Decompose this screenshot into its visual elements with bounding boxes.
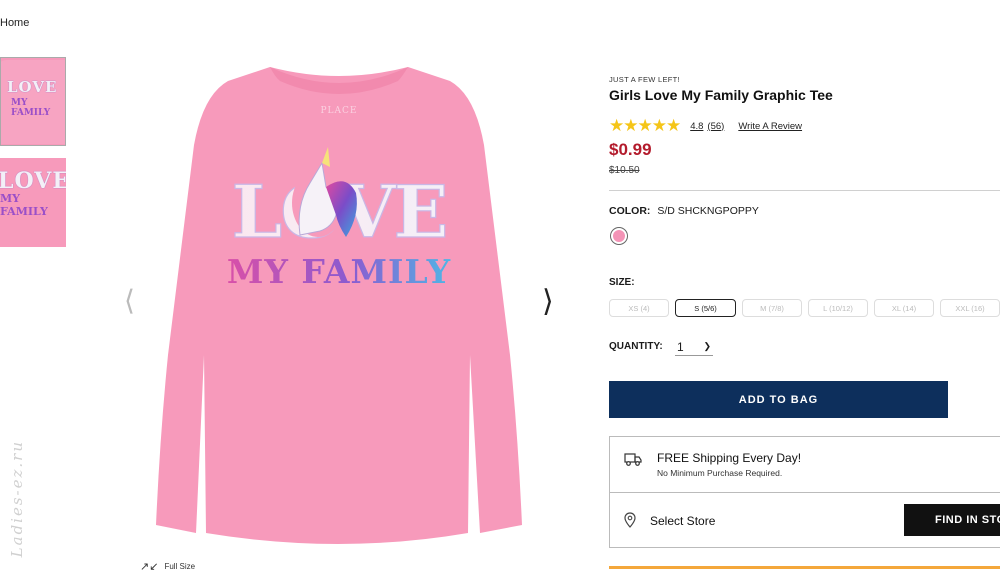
- breadcrumb-home[interactable]: Home: [0, 17, 29, 29]
- shipping-row: FREE Shipping Every Day! No Minimum Purc…: [610, 437, 1000, 493]
- rating-row: ★★★★★ 4.8 (56) Write A Review: [609, 116, 802, 135]
- thumbnail-shirt-image: LOVE MY FAMILY: [1, 58, 65, 145]
- brand-tag-text: PLACE: [321, 106, 358, 116]
- chevron-down-icon: ❯: [703, 341, 711, 351]
- stock-note: JUST A FEW LEFT!: [609, 75, 680, 84]
- location-pin-icon: [624, 512, 636, 528]
- thumbnail-graphic-line2: MY FAMILY: [11, 98, 51, 118]
- chevron-right-icon[interactable]: ⟩: [542, 284, 554, 319]
- thumbnail-graphic-line2: MY FAMILY: [0, 192, 48, 218]
- size-option-xl[interactable]: XL (14): [874, 299, 934, 317]
- color-value: S/D SHCKNGPOPPY: [657, 205, 759, 217]
- store-row: Select Store FIND IN STORE: [610, 493, 1000, 549]
- full-size-label: Full Size: [164, 562, 196, 571]
- graphic-family-text: MY FAMILY: [227, 252, 451, 291]
- quantity-label: QUANTITY:: [609, 341, 663, 352]
- color-swatch[interactable]: [610, 227, 628, 245]
- truck-icon: [624, 453, 642, 466]
- expand-icon: ↗↙: [140, 561, 159, 573]
- sale-price: $0.99: [609, 140, 652, 159]
- main-product-image: PLACE LOVE MY FAMILY: [156, 67, 522, 544]
- product-title: Girls Love My Family Graphic Tee: [609, 87, 833, 103]
- thumbnail-graphic-line1: LOVE: [7, 78, 58, 96]
- original-price: $10.50: [609, 165, 640, 176]
- thumbnail-closeup-image: LOVE MY FAMILY: [0, 158, 66, 247]
- quantity-value: 1: [677, 339, 684, 354]
- thumbnail-graphic-line1: LOVE: [0, 168, 66, 194]
- swatch-fill: [613, 230, 625, 242]
- shipping-title: FREE Shipping Every Day!: [657, 451, 802, 465]
- size-option-xxl[interactable]: XXL (16): [940, 299, 1000, 317]
- size-option-l[interactable]: L (10/12): [808, 299, 868, 317]
- chevron-left-icon[interactable]: ⟨: [124, 284, 135, 317]
- add-to-bag-button[interactable]: ADD TO BAG: [609, 381, 948, 418]
- color-label: COLOR:: [609, 205, 651, 217]
- product-thumbnail-1[interactable]: LOVE MY FAMILY: [0, 57, 66, 146]
- rating-value-link[interactable]: 4.8: [690, 121, 703, 132]
- accent-bar: [609, 566, 1000, 569]
- size-options: XS (4) S (5/6) M (7/8) L (10/12) XL (14)…: [609, 299, 1000, 317]
- star-rating-icon: ★★★★★: [609, 116, 681, 135]
- quantity-select[interactable]: 1 ❯: [675, 338, 713, 356]
- review-count-link[interactable]: (56): [707, 121, 724, 132]
- fulfillment-box: FREE Shipping Every Day! No Minimum Purc…: [609, 436, 1000, 548]
- full-size-button[interactable]: ↗↙ Full Size: [140, 560, 195, 573]
- size-label: SIZE:: [609, 277, 635, 288]
- product-info-panel: JUST A FEW LEFT! Girls Love My Family Gr…: [609, 0, 1000, 575]
- color-row: COLOR: S/D SHCKNGPOPPY: [609, 205, 759, 217]
- watermark-text: Ladies-ez.ru: [8, 440, 26, 558]
- write-review-link[interactable]: Write A Review: [738, 121, 802, 132]
- select-store-link[interactable]: Select Store: [650, 514, 715, 528]
- size-option-xs[interactable]: XS (4): [609, 299, 669, 317]
- divider: [609, 190, 1000, 191]
- size-option-s[interactable]: S (5/6): [675, 299, 736, 317]
- shipping-subtitle: No Minimum Purchase Required.: [657, 468, 783, 478]
- shirt-body: [156, 67, 522, 544]
- size-option-m[interactable]: M (7/8): [742, 299, 802, 317]
- find-in-store-button[interactable]: FIND IN STORE: [904, 504, 1000, 536]
- product-thumbnail-2[interactable]: LOVE MY FAMILY: [0, 158, 66, 247]
